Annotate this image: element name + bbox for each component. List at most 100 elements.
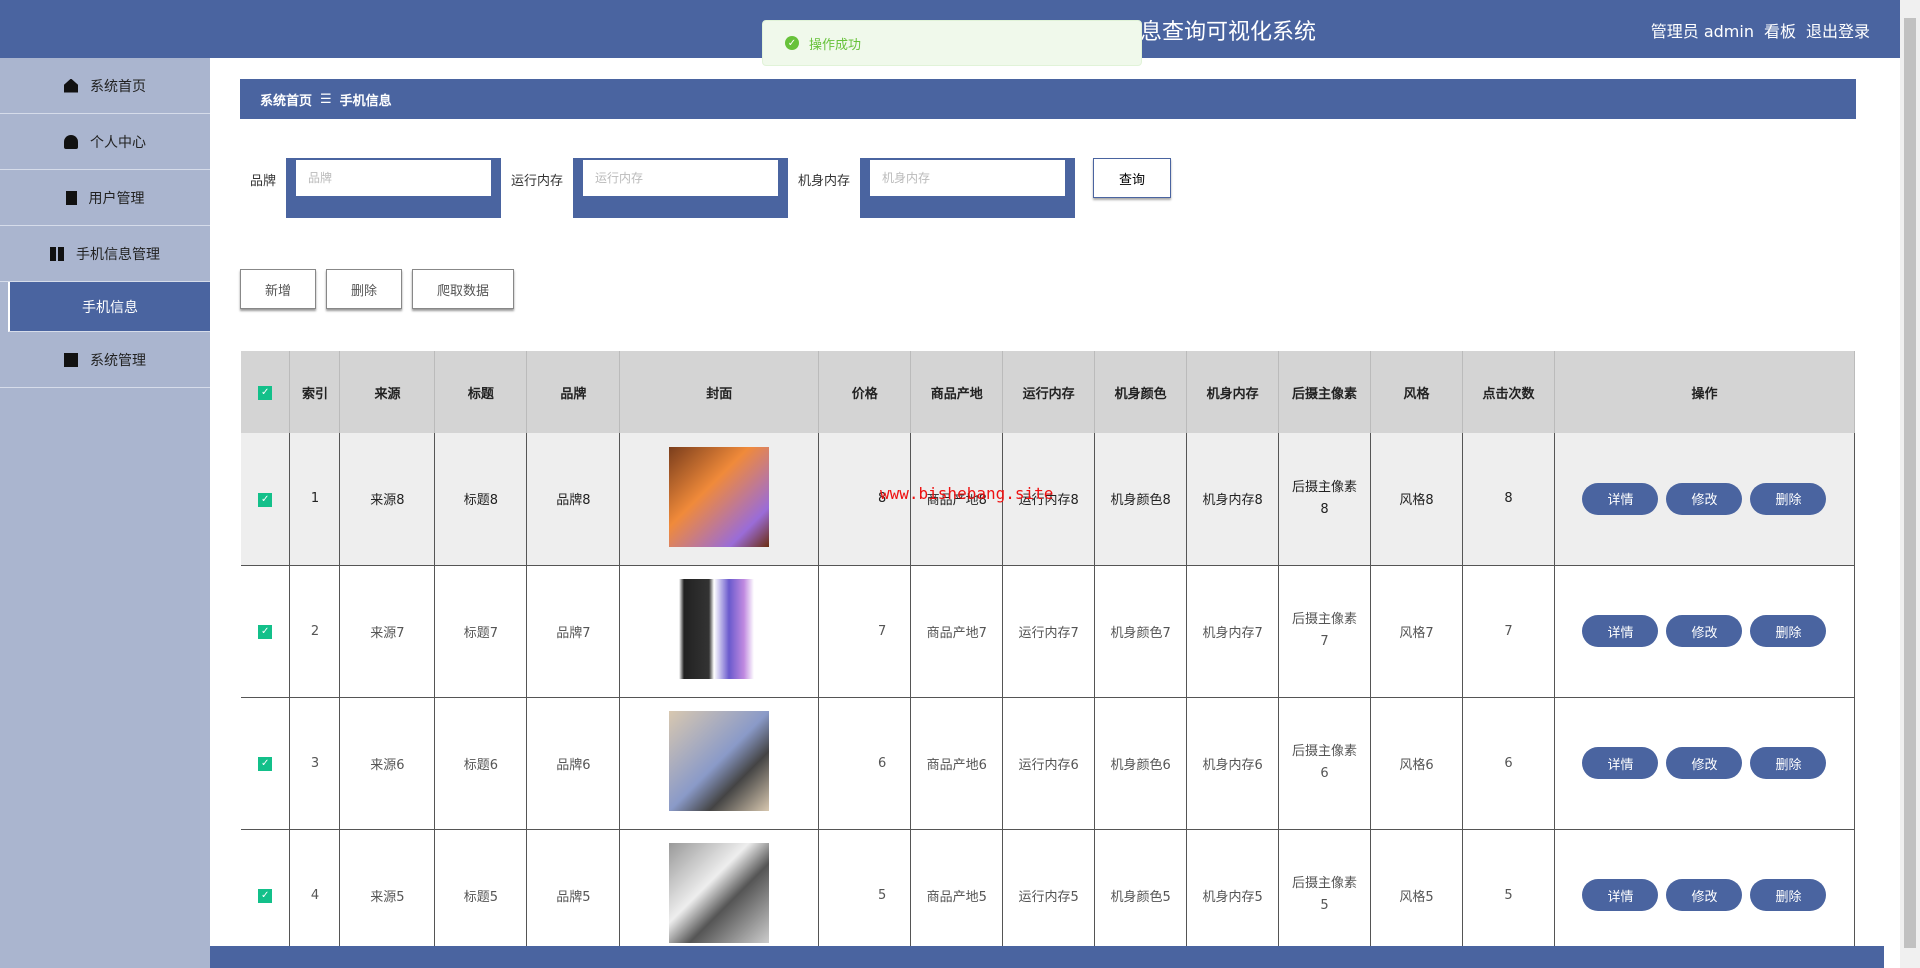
app-title: 息查询可视化系统: [1140, 20, 1317, 45]
cell-idx: 1: [289, 433, 341, 566]
cell-ram: 运行内存7: [1002, 565, 1096, 698]
cell-origin: 商品产地5: [910, 829, 1004, 962]
cover-cell: [619, 697, 820, 830]
cover-cell: [619, 565, 820, 698]
phone-table: ✓ 索引 来源 标题 品牌 封面 价格 商品产地 运行内存 机身颜色 机身内存 后摄主像素 风格 点击次…: [241, 351, 1856, 962]
logout-link[interactable]: 退出登录: [1806, 18, 1870, 42]
brand-input[interactable]: [296, 160, 492, 196]
column-header[interactable]: 机身内存: [1186, 351, 1280, 433]
ram-input[interactable]: [583, 160, 779, 196]
cell-title: 标题7: [434, 565, 528, 698]
sidebar-item-home[interactable]: 系统首页: [0, 58, 210, 114]
check-circle-icon: ✓: [785, 36, 799, 50]
scrollbar-thumb[interactable]: [1904, 18, 1916, 948]
select-all-checkbox[interactable]: ✓: [241, 351, 291, 433]
row-checkbox[interactable]: ✓: [241, 829, 291, 962]
breadcrumb-current: 手机信息: [339, 93, 392, 109]
clipboard-icon: [65, 190, 77, 205]
column-header[interactable]: 操作: [1554, 351, 1856, 433]
cell-brand: 品牌7: [526, 565, 621, 698]
breadcrumb: 系统首页 ☰ 手机信息: [240, 79, 1856, 119]
scrollbar[interactable]: [1900, 0, 1920, 968]
sidebar-item-phone-info[interactable]: 手机信息: [8, 282, 210, 332]
cell-storage: 机身内存7: [1186, 565, 1280, 698]
row-delete-button[interactable]: 删除: [1750, 482, 1827, 515]
row-delete-button[interactable]: 删除: [1750, 879, 1827, 911]
cell-clicks: 6: [1462, 697, 1555, 830]
edit-button[interactable]: 修改: [1666, 879, 1743, 911]
detail-button[interactable]: 详情: [1582, 879, 1659, 911]
edit-button[interactable]: 修改: [1666, 747, 1743, 779]
cell-title: 标题6: [434, 697, 528, 830]
edit-button[interactable]: 修改: [1666, 482, 1743, 515]
column-header[interactable]: 商品产地: [910, 351, 1004, 433]
column-header[interactable]: 封面: [619, 351, 820, 433]
footer-bar: [210, 946, 1884, 968]
breadcrumb-separator: ☰: [320, 91, 332, 107]
column-header[interactable]: 索引: [289, 351, 341, 433]
column-header[interactable]: 品牌: [526, 351, 621, 433]
sidebar-item-label: 手机信息管理: [76, 246, 160, 263]
cell-color: 机身颜色5: [1094, 829, 1188, 962]
sidebar-item-label: 系统首页: [90, 78, 146, 95]
row-delete-button[interactable]: 删除: [1750, 615, 1827, 647]
row-actions: 详情 修改 删除: [1554, 565, 1856, 698]
cell-price: 7: [818, 565, 912, 698]
search-form: 品牌 运行内存 机身内存 查询: [250, 158, 1172, 218]
cell-style: 风格5: [1370, 829, 1463, 962]
cell-camera: 后摄主像素5: [1278, 829, 1372, 962]
delete-button[interactable]: 删除: [326, 269, 403, 309]
table-row[interactable]: ✓ 3 来源6 标题6 品牌6 6 商品产地6 运行内存6 机身颜色6 机身内存6 后摄主像素6 风格…: [241, 697, 1856, 830]
cell-source: 来源5: [339, 829, 436, 962]
column-header[interactable]: 来源: [339, 351, 436, 433]
sidebar-item-phone-manage[interactable]: 手机信息管理: [0, 226, 210, 282]
grid-icon: [50, 246, 64, 261]
row-checkbox[interactable]: ✓: [241, 433, 291, 566]
column-header[interactable]: 后摄主像素: [1278, 351, 1372, 433]
table-row[interactable]: ✓ 2 来源7 标题7 品牌7 7 商品产地7 运行内存7 机身颜色7 机身内存7 后摄主像素7 风格…: [241, 565, 1856, 698]
cell-camera: 后摄主像素7: [1278, 565, 1372, 698]
sidebar-item-users[interactable]: 用户管理: [0, 170, 210, 226]
crawl-data-button[interactable]: 爬取数据: [412, 269, 515, 309]
phone-cover-image: [669, 446, 770, 547]
home-icon: [64, 78, 78, 93]
detail-button[interactable]: 详情: [1582, 615, 1659, 647]
detail-button[interactable]: 详情: [1582, 747, 1659, 779]
cell-brand: 品牌5: [526, 829, 621, 962]
column-header[interactable]: 风格: [1370, 351, 1463, 433]
column-header[interactable]: 点击次数: [1462, 351, 1555, 433]
storage-input[interactable]: [870, 160, 1066, 196]
sidebar-item-label: 个人中心: [90, 134, 146, 151]
row-checkbox[interactable]: ✓: [241, 565, 291, 698]
sidebar-item-profile[interactable]: 个人中心: [0, 114, 210, 170]
brand-label: 品牌: [250, 174, 277, 189]
cell-storage: 机身内存8: [1186, 433, 1280, 566]
breadcrumb-home[interactable]: 系统首页: [260, 90, 312, 109]
board-link[interactable]: 看板: [1764, 18, 1796, 42]
row-delete-button[interactable]: 删除: [1750, 747, 1827, 779]
column-header[interactable]: 价格: [818, 351, 912, 433]
column-header[interactable]: 运行内存: [1002, 351, 1096, 433]
row-actions: 详情 修改 删除: [1554, 697, 1856, 830]
sidebar-item-system[interactable]: 系统管理: [0, 332, 210, 388]
column-header[interactable]: 机身颜色: [1094, 351, 1188, 433]
sidebar-item-label: 用户管理: [88, 190, 145, 207]
cell-idx: 4: [289, 829, 341, 962]
cell-source: 来源8: [339, 433, 436, 566]
cell-idx: 3: [289, 697, 341, 830]
cell-source: 来源6: [339, 697, 436, 830]
phone-cover-image: [669, 843, 770, 943]
add-button[interactable]: 新增: [240, 269, 317, 309]
cell-style: 风格7: [1370, 565, 1463, 698]
column-header[interactable]: 标题: [434, 351, 528, 433]
table-row[interactable]: ✓ 4 来源5 标题5 品牌5 5 商品产地5 运行内存5 机身颜色5 机身内存5 后摄主像素5 风格…: [241, 829, 1856, 962]
detail-button[interactable]: 详情: [1582, 482, 1659, 515]
cell-brand: 品牌6: [526, 697, 621, 830]
edit-button[interactable]: 修改: [1666, 615, 1743, 647]
row-actions: 详情 修改 删除: [1554, 829, 1856, 962]
row-checkbox[interactable]: ✓: [241, 697, 291, 830]
checkbox-checked-icon: ✓: [258, 385, 273, 400]
query-button[interactable]: 查询: [1093, 158, 1172, 198]
watermark: www.bishebang.site: [880, 484, 1054, 503]
user-icon: [64, 134, 78, 149]
